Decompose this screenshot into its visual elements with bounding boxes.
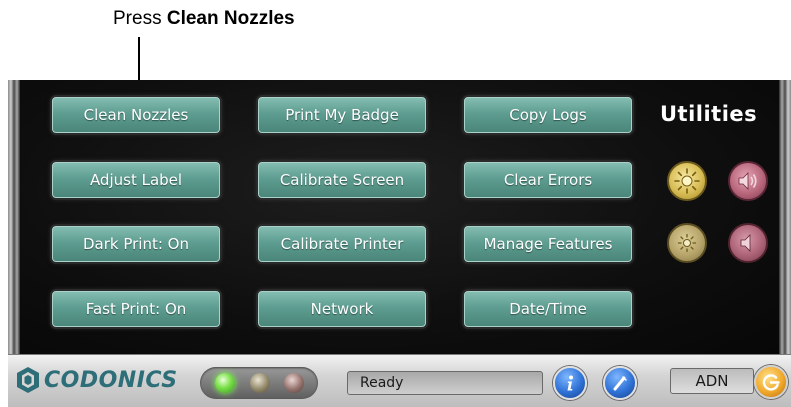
date-time-button[interactable]: Date/Time (464, 291, 632, 327)
info-button[interactable] (553, 366, 587, 400)
info-icon (567, 375, 573, 391)
brightness-down-button[interactable] (667, 223, 707, 263)
logout-button[interactable] (754, 365, 788, 399)
manage-features-button[interactable]: Manage Features (464, 226, 632, 262)
brightness-down-icon (677, 233, 697, 253)
volume-up-button[interactable] (728, 161, 768, 201)
warning-led (250, 373, 270, 393)
dark-print-toggle-button[interactable]: Dark Print: On (52, 226, 220, 262)
clean-nozzles-button[interactable]: Clean Nozzles (52, 97, 220, 133)
callout-emphasis: Clean Nozzles (166, 8, 295, 29)
left-bezel (8, 80, 20, 354)
adjust-label-button[interactable]: Adjust Label (52, 162, 220, 198)
instruction-callout: Press Clean Nozzles (113, 8, 295, 30)
error-led (284, 373, 304, 393)
codonics-logo-text: CODONICS (44, 367, 178, 393)
calibrate-printer-button[interactable]: Calibrate Printer (258, 226, 426, 262)
volume-up-icon (738, 172, 757, 190)
current-user: ADN (670, 368, 754, 394)
utilities-title: Utilities (660, 102, 758, 126)
calibrate-screen-button[interactable]: Calibrate Screen (258, 162, 426, 198)
ready-led (215, 373, 235, 393)
right-bezel (779, 80, 791, 354)
logout-icon (762, 374, 780, 391)
copy-logs-button[interactable]: Copy Logs (464, 97, 632, 133)
clear-errors-button[interactable]: Clear Errors (464, 162, 632, 198)
codonics-logo-icon (17, 367, 39, 393)
fast-print-toggle-button[interactable]: Fast Print: On (52, 291, 220, 327)
callout-prefix: Press (113, 8, 167, 29)
print-my-badge-button[interactable]: Print My Badge (258, 97, 426, 133)
help-button[interactable] (603, 366, 637, 400)
codonics-logo: CODONICS (16, 366, 178, 394)
help-icon (613, 376, 627, 391)
volume-down-button[interactable] (728, 223, 768, 263)
network-button[interactable]: Network (258, 291, 426, 327)
volume-down-icon (740, 234, 751, 252)
brightness-up-icon (674, 168, 700, 194)
status-message: Ready (347, 371, 543, 395)
brightness-up-button[interactable] (667, 161, 707, 201)
